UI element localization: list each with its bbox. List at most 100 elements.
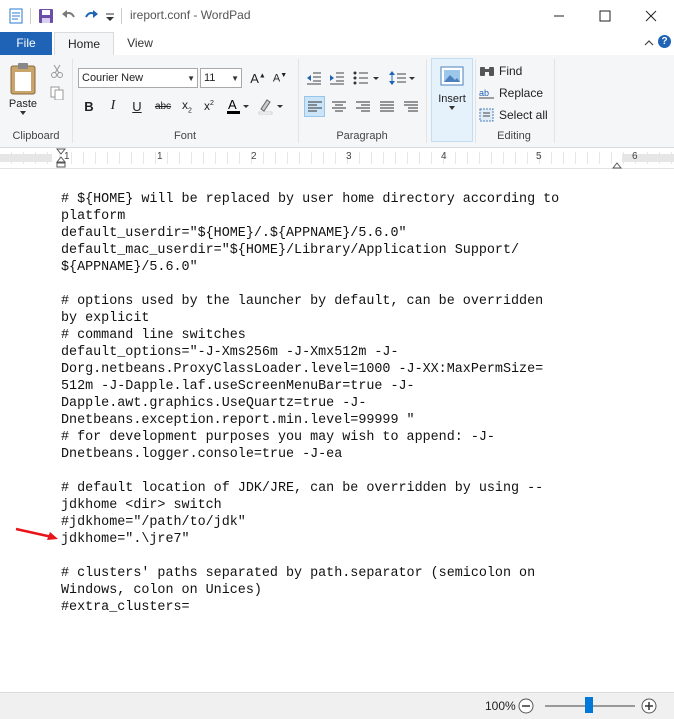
- indent-marker-icon: [55, 148, 67, 168]
- strikethrough-icon: abc: [154, 100, 172, 112]
- document-line: ${APPNAME}/5.6.0": [61, 260, 198, 275]
- line-spacing-button[interactable]: [388, 68, 418, 88]
- select-all-button[interactable]: Select all: [479, 106, 551, 124]
- paste-label: Paste: [8, 98, 38, 110]
- document-line: jdkhome <dir> switch: [61, 498, 222, 513]
- ruler-number: 4: [441, 151, 447, 162]
- document-line: default_options="-J-Xms256m -J-Xmx512m -…: [61, 345, 399, 360]
- save-icon[interactable]: [38, 8, 54, 24]
- maximize-icon: [599, 10, 611, 22]
- document-line: # options used by the launcher by defaul…: [61, 294, 544, 309]
- justify-button[interactable]: [376, 96, 397, 117]
- minimize-button[interactable]: [536, 0, 582, 32]
- document-line: # command line switches: [61, 328, 246, 343]
- font-size-select[interactable]: 11 ▼: [200, 68, 242, 88]
- ribbon-tab-bar: File Home View ?: [0, 32, 674, 56]
- grow-font-button[interactable]: A▲: [248, 68, 268, 88]
- subscript-button[interactable]: x2: [177, 96, 197, 116]
- underline-button[interactable]: U: [127, 96, 147, 116]
- wordpad-icon[interactable]: [8, 8, 24, 24]
- replace-icon: ab: [479, 88, 494, 99]
- tab-view[interactable]: View: [114, 32, 166, 55]
- replace-button[interactable]: ab Replace: [479, 84, 549, 102]
- maximize-button[interactable]: [582, 0, 628, 32]
- zoom-level: 100%: [485, 699, 516, 713]
- qa-divider: [30, 8, 31, 24]
- decrease-indent-icon: [307, 72, 321, 85]
- decrease-indent-button[interactable]: [304, 68, 324, 88]
- ruler-number: 5: [536, 151, 542, 162]
- zoom-slider-thumb[interactable]: [585, 697, 593, 713]
- status-bar: 100%: [0, 692, 674, 719]
- close-icon: [645, 10, 657, 22]
- undo-icon[interactable]: [61, 8, 77, 24]
- right-indent-icon: [611, 162, 623, 169]
- font-size-value: 11: [204, 72, 216, 84]
- increase-indent-button[interactable]: [327, 68, 347, 88]
- align-center-button[interactable]: [328, 96, 349, 117]
- font-family-select[interactable]: Courier New ▼: [78, 68, 198, 88]
- copy-button[interactable]: [48, 84, 66, 102]
- svg-text:ab: ab: [479, 88, 489, 98]
- svg-text:A: A: [228, 97, 237, 112]
- document-line: default_mac_userdir="${HOME}/Library/App…: [61, 243, 520, 258]
- document-line: #extra_clusters=: [61, 600, 190, 615]
- paragraph-group-label: Paragraph: [336, 130, 388, 142]
- redo-icon[interactable]: [83, 8, 99, 24]
- document-line: Dnetbeans.exception.report.min.level=999…: [61, 413, 415, 428]
- ribbon: Paste Clipboard Courier New ▼ 11 ▼ A▲ A▼…: [0, 55, 674, 148]
- bullets-button[interactable]: [352, 68, 382, 88]
- superscript-button[interactable]: x2: [199, 96, 219, 116]
- find-button[interactable]: Find: [479, 62, 549, 80]
- ribbon-collapse-icon[interactable]: [644, 37, 654, 51]
- editing-group-label: Editing: [497, 130, 531, 142]
- red-arrow-annotation: [15, 527, 58, 540]
- tab-file[interactable]: File: [0, 32, 52, 55]
- italic-button[interactable]: I: [103, 96, 123, 116]
- zoom-out-icon: [518, 698, 534, 714]
- indent-marker[interactable]: [55, 148, 67, 171]
- ruler-ticks: [0, 152, 674, 164]
- customize-dropdown-icon[interactable]: [104, 8, 120, 24]
- document-line: Dorg.netbeans.ProxyClassLoader.level=100…: [61, 362, 544, 377]
- title-divider: [121, 8, 122, 24]
- ruler[interactable]: 1 1 2 3 4 5 6: [0, 148, 674, 169]
- zoom-out-button[interactable]: [518, 698, 534, 717]
- help-icon[interactable]: ?: [658, 35, 671, 48]
- align-left-button[interactable]: [304, 96, 325, 117]
- scissors-icon: [51, 64, 63, 78]
- picture-icon: [440, 66, 464, 86]
- strikethrough-button[interactable]: abc: [151, 96, 175, 116]
- zoom-in-button[interactable]: [641, 698, 657, 717]
- document-area[interactable]: # ${HOME} will be replaced by user home …: [0, 169, 674, 690]
- binoculars-icon: [480, 67, 494, 76]
- paste-button[interactable]: Paste: [4, 58, 42, 120]
- close-button[interactable]: [628, 0, 674, 32]
- align-right-button[interactable]: [352, 96, 373, 117]
- insert-button[interactable]: Insert: [431, 58, 473, 142]
- text-color-button[interactable]: A: [225, 96, 253, 116]
- ruler-number: 2: [251, 151, 257, 162]
- ruler-number: 6: [632, 151, 638, 162]
- ruler-number: 1: [157, 151, 163, 162]
- tab-home[interactable]: Home: [54, 32, 114, 56]
- ruler-margin-left: [0, 154, 52, 162]
- highlight-button[interactable]: [257, 96, 287, 116]
- document-line: Windows, colon on Unices): [61, 583, 262, 598]
- ruler-number: 3: [346, 151, 352, 162]
- bold-button[interactable]: B: [79, 96, 99, 116]
- paragraph-button[interactable]: [400, 96, 421, 117]
- ruler-margin-right: [622, 154, 674, 162]
- document-line: Dapple.awt.graphics.UseQuartz=true -J-: [61, 396, 367, 411]
- shrink-font-button[interactable]: A▼: [270, 68, 290, 88]
- document-text[interactable]: # ${HOME} will be replaced by user home …: [61, 191, 621, 616]
- bold-icon: B: [84, 98, 94, 114]
- clipboard-icon: [10, 63, 36, 95]
- cut-button[interactable]: [48, 62, 66, 80]
- line-spacing-icon: [389, 71, 415, 85]
- insert-dropdown-icon: [449, 106, 455, 110]
- window-title: ireport.conf - WordPad: [130, 8, 251, 22]
- select-all-icon: [479, 108, 494, 122]
- document-line: # default location of JDK/JRE, can be ov…: [61, 481, 544, 496]
